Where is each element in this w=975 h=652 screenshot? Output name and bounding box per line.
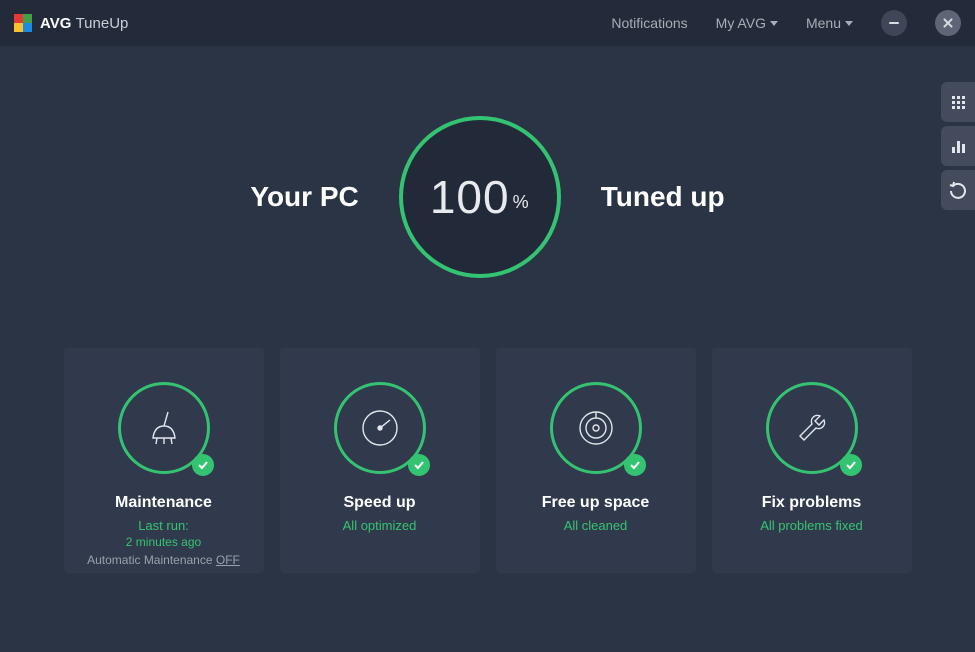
disk-icon [574,406,618,450]
nav-menu-label: Menu [806,15,841,31]
brand-product: TuneUp [76,15,129,32]
freeup-iconwrap [550,382,642,474]
card-free-up-space[interactable]: Free up space All cleaned [496,348,696,573]
auto-maintenance-line: Automatic Maintenance OFF [87,553,240,567]
check-icon [840,454,862,476]
card-title: Free up space [542,494,650,512]
card-status: Last run: [138,518,189,533]
hero-left-label: Your PC [250,181,358,213]
fix-iconwrap [766,382,858,474]
card-title: Speed up [343,494,415,512]
maintenance-iconwrap [118,382,210,474]
side-tab-apps[interactable] [941,82,975,122]
nav-my-avg-label: My AVG [716,15,766,31]
close-button[interactable] [935,10,961,36]
nav-notifications-label: Notifications [611,15,687,31]
card-title: Maintenance [115,494,212,512]
speedup-iconwrap [334,382,426,474]
card-status: All optimized [343,518,417,533]
hero: Your PC 100% Tuned up [0,116,975,278]
card-fix-problems[interactable]: Fix problems All problems fixed [712,348,912,573]
nav-notifications[interactable]: Notifications [611,15,687,31]
card-status: All problems fixed [760,518,863,533]
card-title: Fix problems [762,494,862,512]
wrench-icon [790,406,834,450]
brand: AVG TuneUp [14,14,128,32]
card-subline: 2 minutes ago [126,535,201,549]
side-tab-undo[interactable] [941,170,975,210]
score-value: 100 [430,171,510,223]
cards-grid: Maintenance Last run: 2 minutes ago Auto… [0,348,975,573]
broom-icon [144,408,184,448]
nav-menu[interactable]: Menu [806,15,853,31]
chevron-down-icon [845,21,853,26]
auto-maintenance-label: Automatic Maintenance [87,553,216,567]
check-icon [624,454,646,476]
card-maintenance[interactable]: Maintenance Last run: 2 minutes ago Auto… [64,348,264,573]
hero-right-label: Tuned up [601,181,725,213]
check-icon [408,454,430,476]
side-tab-stats[interactable] [941,126,975,166]
percent-sign: % [513,192,530,212]
avg-logo-icon [14,14,32,32]
score-ring: 100% [399,116,561,278]
chevron-down-icon [770,21,778,26]
close-icon [942,17,954,29]
bar-chart-icon [952,139,965,153]
nav-my-avg[interactable]: My AVG [716,15,778,31]
side-tabs [941,82,975,210]
top-nav: Notifications My AVG Menu [611,10,961,36]
card-status: All cleaned [564,518,628,533]
titlebar: AVG TuneUp Notifications My AVG Menu [0,0,975,46]
auto-maintenance-toggle[interactable]: OFF [216,553,240,567]
minimize-icon [889,22,899,24]
gauge-icon [358,406,402,450]
check-icon [192,454,214,476]
undo-icon [949,181,967,199]
minimize-button[interactable] [881,10,907,36]
card-speed-up[interactable]: Speed up All optimized [280,348,480,573]
brand-name: AVG [40,15,71,32]
apps-grid-icon [952,96,965,109]
